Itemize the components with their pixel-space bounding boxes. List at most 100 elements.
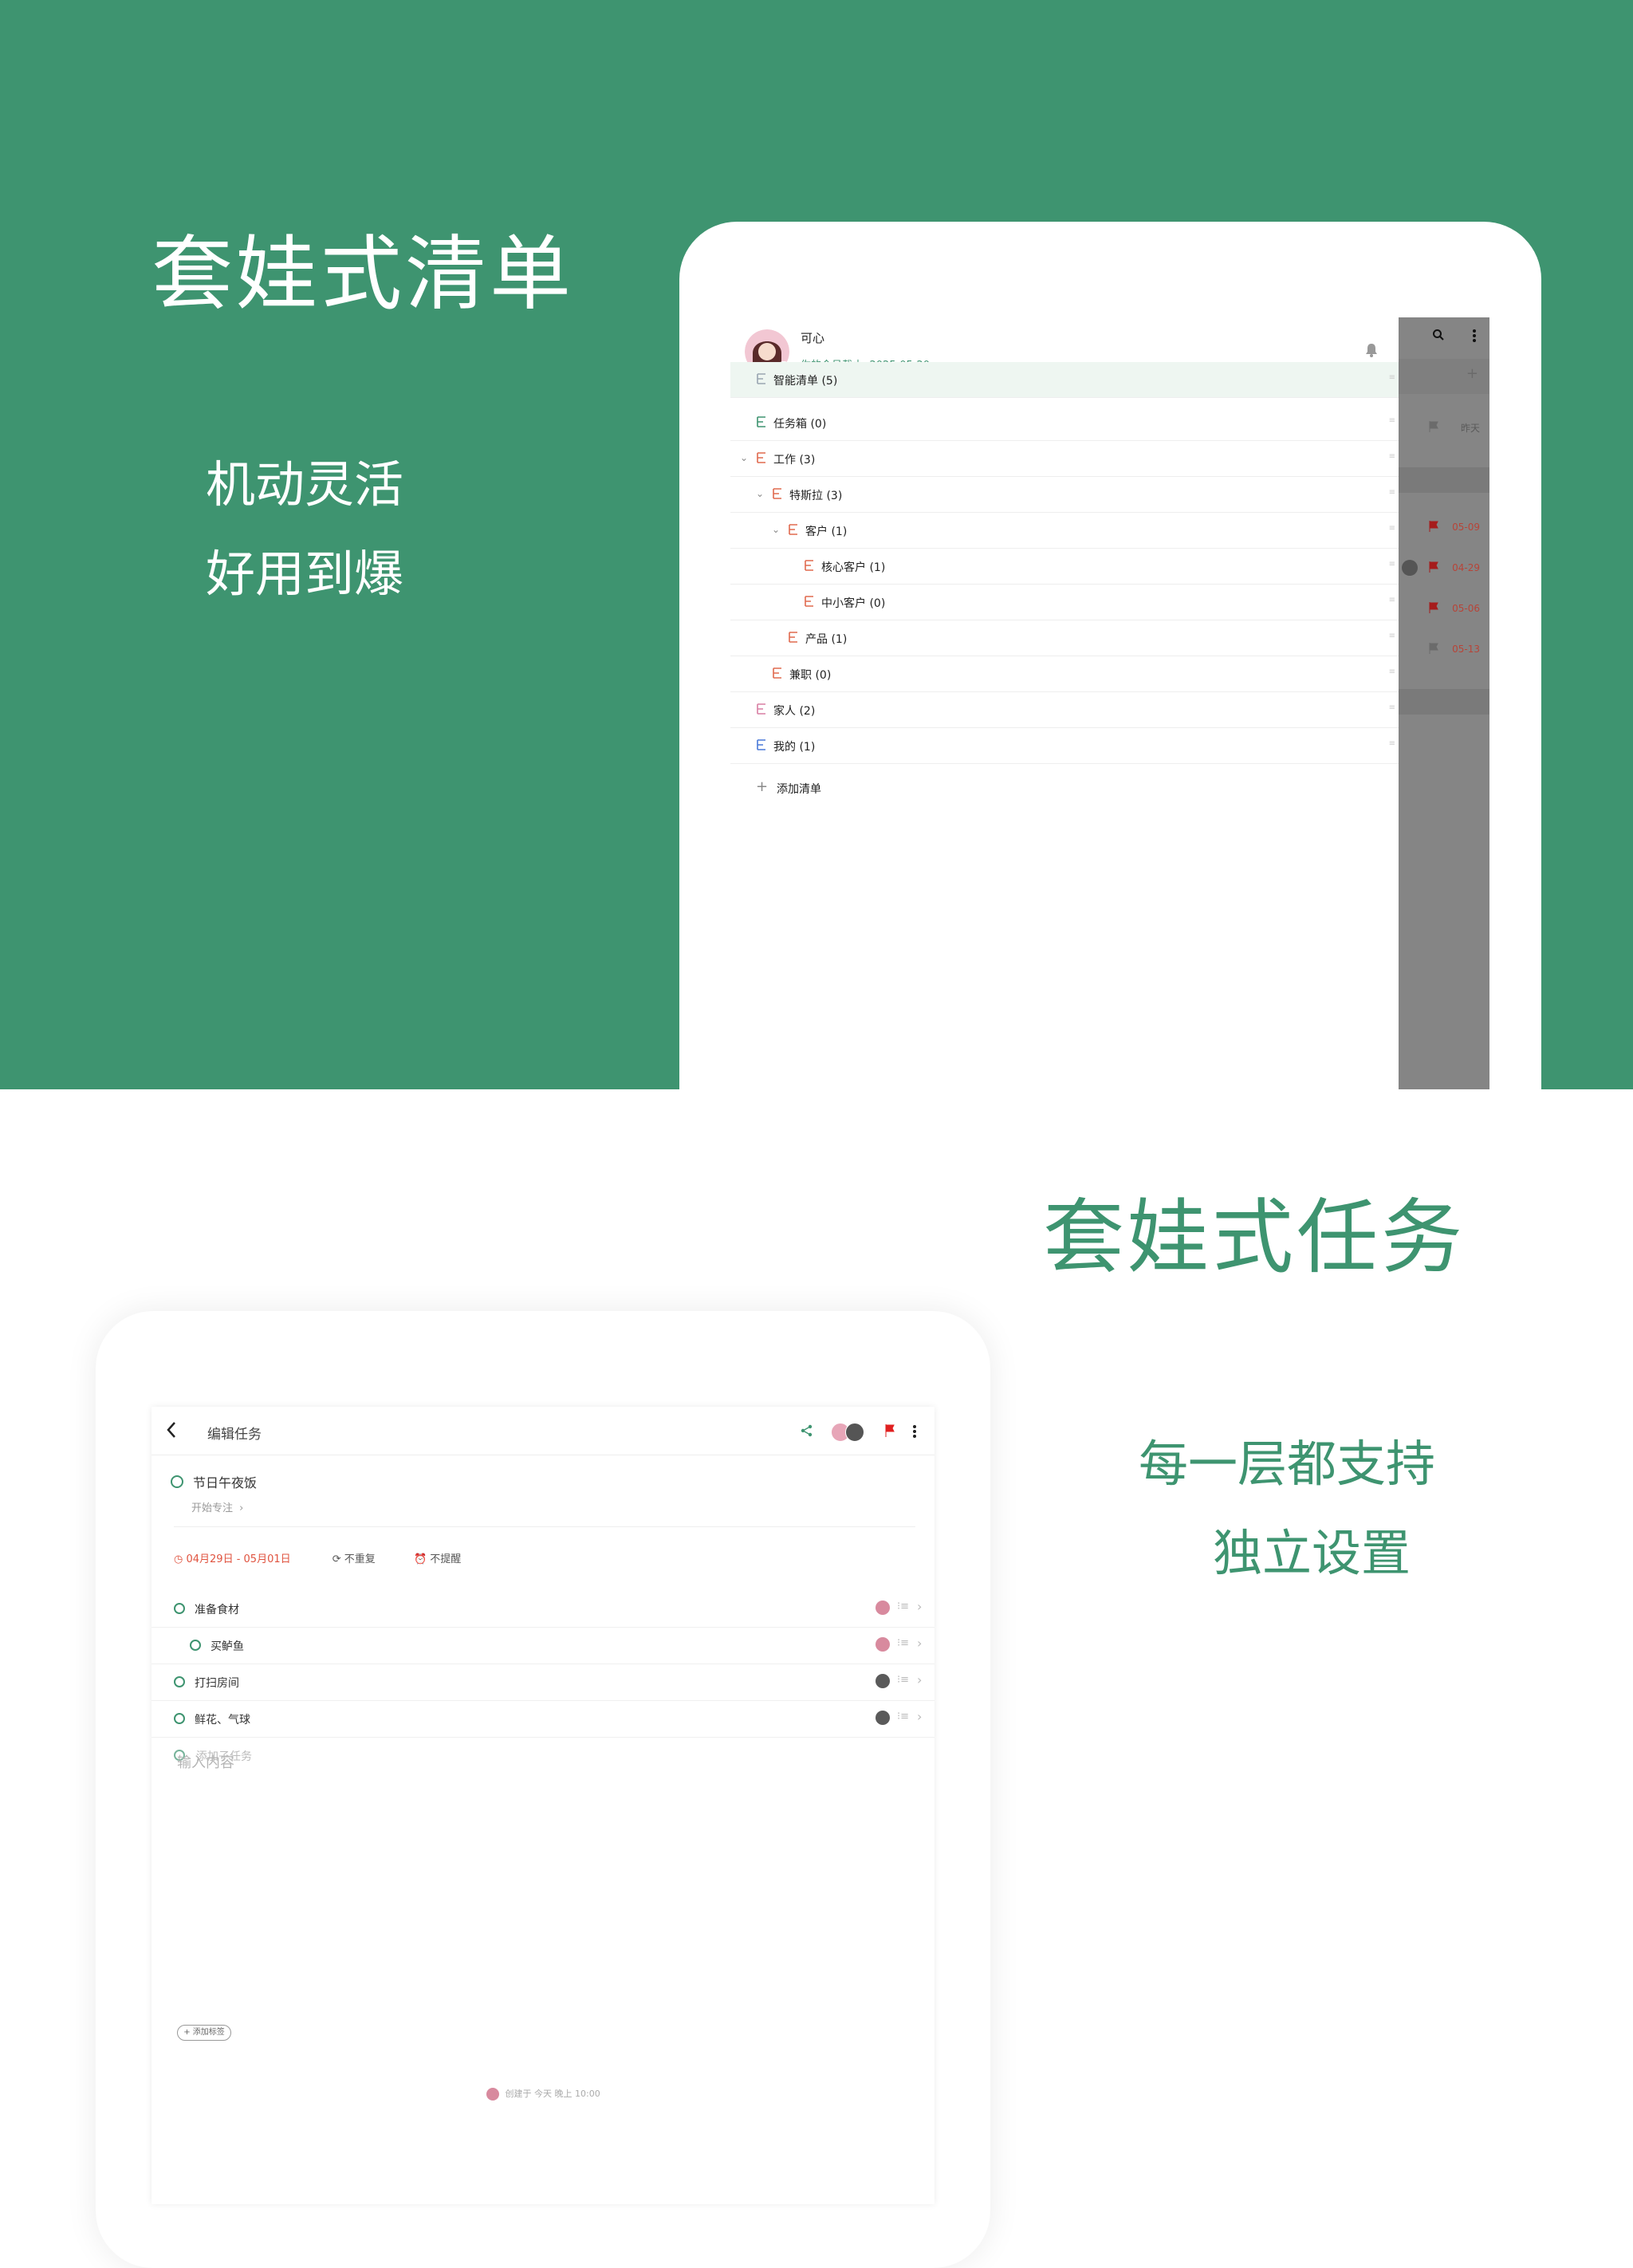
chevron-right-icon[interactable]: ›	[917, 1599, 922, 1614]
chevron-right-icon[interactable]: ›	[917, 1709, 922, 1724]
drag-handle-icon[interactable]: ≡	[1389, 632, 1395, 640]
drag-handle-icon[interactable]: ≡	[1389, 667, 1395, 676]
subtask-row[interactable]: 买鲈鱼 ⁝≡ ›	[151, 1627, 935, 1664]
sidebar-list-item[interactable]: 产品 (1) ≡	[730, 620, 1399, 656]
subtask-checkbox[interactable]	[190, 1640, 201, 1651]
priority-flag-icon[interactable]	[885, 1424, 895, 1437]
sidebar-drawer: 可心 你的会员截止: 2025-05-20 智能清单 (5)≡任务箱 (0)≡⌄…	[730, 317, 1399, 1089]
headline-nested-lists: 套娃式清单	[151, 227, 574, 322]
subtask-label: 打扫房间	[195, 1677, 239, 1690]
divider	[174, 1526, 915, 1527]
content-input[interactable]: 输入内容	[177, 1751, 234, 1772]
subtask-checkbox[interactable]	[174, 1713, 185, 1724]
flag-icon	[1429, 561, 1438, 573]
chevron-down-icon[interactable]: ⌄	[756, 488, 764, 499]
bell-icon[interactable]	[1365, 343, 1378, 357]
app-screen-task-editor: 编辑任务 节日午夜饭 开始专注 › ◷ 04月29日 - 05月01日 ⟳ 不重…	[151, 1407, 935, 2204]
start-focus-label: 开始专注	[191, 1502, 234, 1514]
alarm-icon: ⏰	[413, 1553, 427, 1565]
chevron-down-icon[interactable]: ⌄	[772, 524, 780, 535]
drag-handle-icon[interactable]: ≡	[1389, 416, 1395, 425]
add-list-button[interactable]: + 添加清单	[730, 770, 1399, 805]
list-icon	[756, 451, 767, 464]
subtask-label: 买鲈鱼	[211, 1640, 244, 1653]
flag-icon	[1429, 602, 1438, 613]
list-icon	[756, 738, 767, 751]
created-info: 创建于 今天 晚上 10:00	[486, 2087, 600, 2101]
drag-handle-icon[interactable]: ≡	[1389, 524, 1395, 533]
app-screen-lists: 可心 你的会员截止: 2025-05-20 智能清单 (5)≡任务箱 (0)≡⌄…	[730, 317, 1489, 1089]
sidebar-list-item[interactable]: 我的 (1) ≡	[730, 728, 1399, 764]
repeat-setting[interactable]: ⟳ 不重复	[333, 1553, 379, 1565]
tagline-line: 独立设置	[1213, 1524, 1411, 1582]
member-avatar[interactable]	[845, 1423, 864, 1442]
subtask-row[interactable]: 准备食材 ⁝≡ ›	[151, 1590, 935, 1628]
more-vertical-icon[interactable]	[912, 1424, 917, 1439]
subtask-list-icon[interactable]: ⁝≡	[897, 1637, 909, 1649]
drag-handle-icon[interactable]: ≡	[1389, 452, 1395, 461]
start-focus-link[interactable]: 开始专注 ›	[191, 1499, 243, 1514]
repeat-icon: ⟳	[332, 1553, 341, 1565]
task-title[interactable]: 节日午夜饭	[193, 1472, 257, 1491]
sidebar-list-item[interactable]: 中小客户 (0) ≡	[730, 585, 1399, 620]
back-arrow-icon[interactable]	[166, 1421, 177, 1439]
subtask-assignee-avatar[interactable]	[876, 1674, 890, 1688]
flag-icon	[1429, 521, 1438, 532]
list-icon	[756, 703, 767, 715]
chevron-down-icon[interactable]: ⌄	[740, 452, 748, 463]
add-tag-button[interactable]: + 添加标签	[177, 2025, 231, 2041]
list-icon	[804, 559, 815, 572]
drag-handle-icon[interactable]: ≡	[1389, 739, 1395, 748]
list-icon	[788, 631, 799, 644]
subtask-list-icon[interactable]: ⁝≡	[897, 1711, 909, 1723]
subtask-assignee-avatar[interactable]	[876, 1637, 890, 1652]
drag-handle-icon[interactable]: ≡	[1389, 703, 1395, 712]
more-vertical-icon[interactable]	[1472, 329, 1477, 343]
subtask-assignee-avatar[interactable]	[876, 1711, 890, 1725]
sidebar-list-label: 特斯拉 (3)	[789, 490, 843, 502]
share-icon[interactable]	[801, 1424, 813, 1437]
subtask-checkbox[interactable]	[174, 1676, 185, 1687]
dim-section-band	[1399, 689, 1489, 715]
reminder-label: 不提醒	[430, 1553, 462, 1565]
user-name: 可心	[801, 331, 825, 345]
plus-icon[interactable]: +	[1466, 365, 1478, 382]
subtask-row[interactable]: 鲜花、气球 ⁝≡ ›	[151, 1700, 935, 1738]
drag-handle-icon[interactable]: ≡	[1389, 560, 1395, 569]
add-subtask-row[interactable]: 添加子任务	[151, 1737, 935, 1774]
sidebar-list-item[interactable]: 任务箱 (0) ≡	[730, 405, 1399, 441]
yesterday-label: 昨天	[1460, 423, 1480, 434]
repeat-label: 不重复	[344, 1553, 376, 1565]
sidebar-list-item[interactable]: 核心客户 (1) ≡	[730, 549, 1399, 585]
sidebar-list-item[interactable]: 兼职 (0) ≡	[730, 656, 1399, 692]
drag-handle-icon[interactable]: ≡	[1389, 373, 1395, 382]
list-icon	[756, 415, 767, 428]
sidebar-list-label: 产品 (1)	[805, 633, 848, 646]
sidebar-list-item[interactable]: ⌄ 客户 (1) ≡	[730, 513, 1399, 549]
reminder-setting[interactable]: ⏰ 不提醒	[414, 1553, 461, 1565]
chevron-right-icon[interactable]: ›	[917, 1636, 922, 1651]
add-list-label: 添加清单	[777, 783, 821, 796]
drag-handle-icon[interactable]: ≡	[1389, 596, 1395, 604]
dimmed-task-panel[interactable]: + 昨天 05-09 04-29 05-06 05-13	[1399, 317, 1489, 1089]
drag-handle-icon[interactable]: ≡	[1389, 488, 1395, 497]
sidebar-list-label: 任务箱 (0)	[773, 418, 827, 431]
task-complete-checkbox[interactable]	[171, 1475, 183, 1488]
subtask-list-icon[interactable]: ⁝≡	[897, 1674, 909, 1686]
sidebar-list-item[interactable]: ⌄ 特斯拉 (3) ≡	[730, 477, 1399, 513]
subtask-assignee-avatar[interactable]	[876, 1601, 890, 1615]
subtask-row[interactable]: 打扫房间 ⁝≡ ›	[151, 1664, 935, 1701]
assignee-avatar	[1402, 560, 1418, 576]
list-icon	[772, 487, 783, 500]
sidebar-list-item[interactable]: ⌄ 工作 (3) ≡	[730, 441, 1399, 477]
chevron-right-icon[interactable]: ›	[917, 1672, 922, 1687]
flag-icon	[1429, 421, 1438, 432]
subtask-list-icon[interactable]: ⁝≡	[897, 1601, 909, 1612]
due-date-setting[interactable]: ◷ 04月29日 - 05月01日	[174, 1553, 294, 1565]
search-icon[interactable]	[1432, 329, 1445, 341]
sidebar-list-item[interactable]: 家人 (2) ≡	[730, 692, 1399, 728]
list-icon	[756, 372, 767, 385]
subtask-checkbox[interactable]	[174, 1603, 185, 1614]
list-icon	[804, 595, 815, 608]
sidebar-list-item[interactable]: 智能清单 (5) ≡	[730, 362, 1399, 398]
